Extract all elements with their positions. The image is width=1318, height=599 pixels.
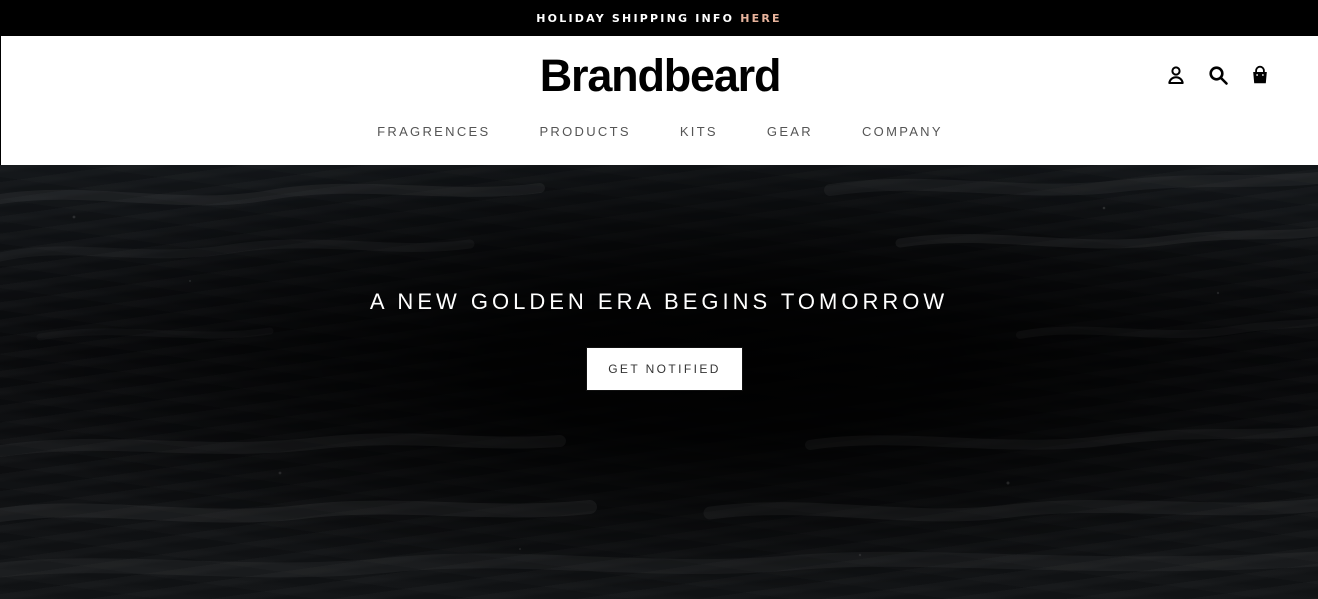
nav-item-fragrences[interactable]: FRAGRENCES <box>377 122 490 142</box>
site-header: Brandbeard FRAGRENCES PRODUCTS KITS GEAR… <box>0 36 1318 165</box>
announcement-link[interactable]: HERE <box>740 12 782 25</box>
nav-item-products[interactable]: PRODUCTS <box>539 122 630 142</box>
header-icons <box>1164 63 1272 87</box>
brand-logo: Brandbeard <box>1 50 1318 102</box>
main-navigation: FRAGRENCES PRODUCTS KITS GEAR COMPANY <box>1 122 1318 142</box>
announcement-bar: HOLIDAY SHIPPING INFO HERE <box>0 0 1318 36</box>
cart-icon[interactable] <box>1248 63 1272 87</box>
announcement-text: HOLIDAY SHIPPING INFO <box>536 11 735 25</box>
hero-section: A NEW GOLDEN ERA BEGINS TOMORROW GET NOT… <box>0 165 1318 599</box>
account-icon[interactable] <box>1164 63 1188 87</box>
logo-text[interactable]: Brandbeard <box>540 50 782 101</box>
page: HOLIDAY SHIPPING INFO HERE Brandbeard FR… <box>0 0 1318 599</box>
nav-item-kits[interactable]: KITS <box>680 122 718 142</box>
nav-item-gear[interactable]: GEAR <box>767 122 813 142</box>
search-icon[interactable] <box>1206 63 1230 87</box>
get-notified-button[interactable]: GET NOTIFIED <box>586 347 743 391</box>
nav-item-company[interactable]: COMPANY <box>862 122 943 142</box>
hero-title: A NEW GOLDEN ERA BEGINS TOMORROW <box>369 289 949 314</box>
